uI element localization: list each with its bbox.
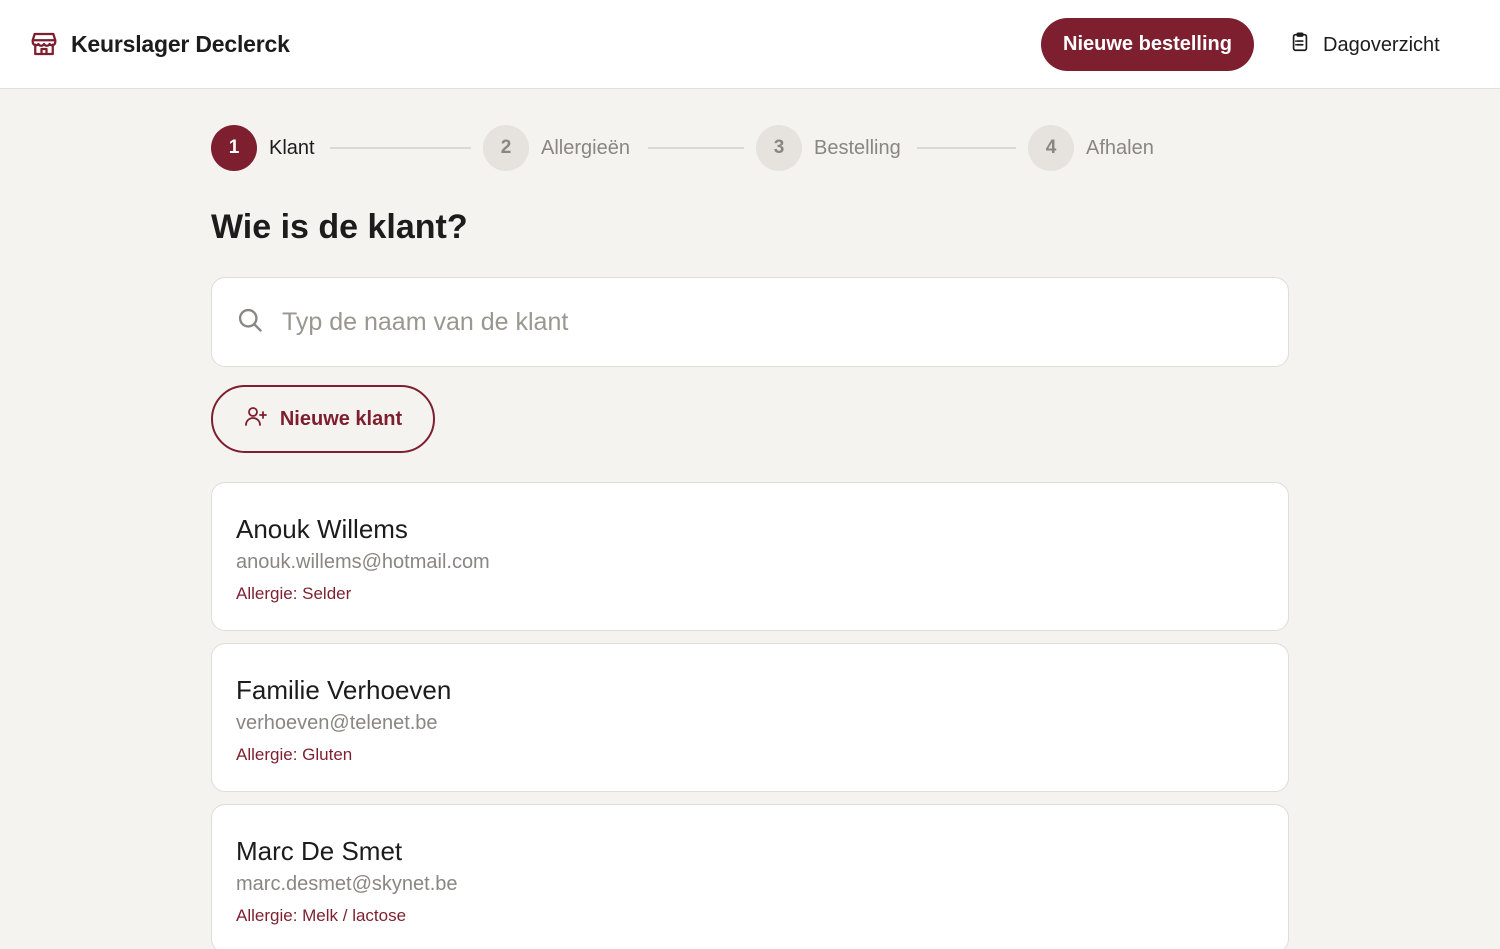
step-number: 2 (483, 125, 529, 171)
customer-card[interactable]: Marc De Smet marc.desmet@skynet.be Aller… (211, 804, 1289, 949)
step-afhalen[interactable]: 4 Afhalen (1028, 125, 1154, 171)
step-label: Allergieën (541, 136, 630, 159)
new-customer-button[interactable]: Nieuwe klant (211, 385, 435, 453)
day-overview-label: Dagoverzicht (1323, 33, 1440, 56)
customer-email: anouk.willems@hotmail.com (236, 551, 490, 573)
customer-card[interactable]: Anouk Willems anouk.willems@hotmail.com … (211, 482, 1289, 631)
customer-allergy: Allergie: Melk / lactose (236, 906, 407, 925)
customer-name: Anouk Willems (236, 514, 408, 544)
step-klant[interactable]: 1 Klant (211, 125, 315, 171)
customer-card[interactable]: Familie Verhoeven verhoeven@telenet.be A… (211, 643, 1289, 792)
step-number: 4 (1028, 125, 1074, 171)
customer-allergy: Allergie: Gluten (236, 745, 353, 764)
brand[interactable]: Keurslager Declerck (29, 28, 290, 60)
user-plus-icon (244, 404, 268, 434)
new-order-button[interactable]: Nieuwe bestelling (1041, 18, 1254, 71)
customer-email: marc.desmet@skynet.be (236, 873, 458, 895)
step-connector (917, 147, 1016, 149)
top-bar: Keurslager Declerck Nieuwe bestelling Da… (0, 0, 1500, 89)
step-number: 1 (211, 125, 257, 171)
search-input[interactable] (282, 307, 1232, 337)
search-icon (236, 306, 264, 339)
customer-name: Marc De Smet (236, 836, 403, 866)
clipboard-list-icon (1289, 31, 1311, 59)
step-label: Afhalen (1086, 136, 1154, 159)
step-connector (648, 147, 744, 149)
customer-allergy: Allergie: Selder (236, 584, 352, 603)
step-label: Klant (269, 136, 315, 159)
customer-search[interactable] (211, 277, 1289, 367)
brand-name: Keurslager Declerck (71, 30, 290, 57)
day-overview-link[interactable]: Dagoverzicht (1289, 28, 1440, 62)
new-customer-label: Nieuwe klant (279, 407, 403, 430)
step-bestelling[interactable]: 3 Bestelling (756, 125, 901, 171)
step-label: Bestelling (814, 136, 901, 159)
page-title: Wie is de klant? (211, 208, 468, 246)
step-number: 3 (756, 125, 802, 171)
customer-name: Familie Verhoeven (236, 675, 452, 705)
step-allergieen[interactable]: 2 Allergieën (483, 125, 630, 171)
store-icon (29, 29, 59, 59)
step-connector (330, 147, 471, 149)
customer-email: verhoeven@telenet.be (236, 712, 438, 734)
